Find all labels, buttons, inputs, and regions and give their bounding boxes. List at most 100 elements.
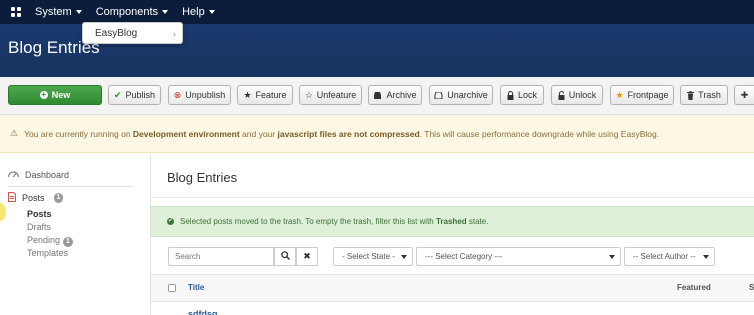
chevron-down-icon: [162, 10, 169, 14]
lock-icon: [507, 90, 514, 100]
close-icon: ✖: [303, 251, 311, 261]
top-nav-bar: System Components Help: [0, 0, 754, 24]
success-alert: ✔ Selected posts moved to the trash. To …: [151, 206, 754, 237]
frontpage-button-label: Frontpage: [627, 90, 669, 100]
table-header: Title Featured S: [151, 274, 754, 302]
author-filter-select[interactable]: -- Select Author --: [624, 247, 715, 266]
warning-icon: ⚠: [10, 128, 19, 138]
search-button[interactable]: [274, 247, 296, 266]
sidebar-sub-pending[interactable]: Pending 1: [27, 235, 73, 247]
unlock-icon: [558, 90, 565, 100]
sidebar-item-dashboard-label: Dashboard: [25, 169, 70, 180]
frontpage-button[interactable]: ★ Frontpage: [610, 85, 674, 105]
title-divider: [151, 197, 754, 198]
success-text-part1: Selected posts moved to the trash. To em…: [180, 217, 436, 226]
chevron-down-icon: [609, 255, 615, 259]
chevron-down-icon: [208, 10, 215, 14]
document-icon: [8, 192, 16, 204]
star-icon: ★: [243, 89, 252, 100]
warning-env: Development environment: [132, 128, 240, 139]
feature-button-label: Feature: [255, 90, 287, 100]
select-all-checkbox[interactable]: [168, 284, 176, 292]
check-circle-icon: ✔: [167, 218, 174, 225]
publish-button[interactable]: ✔ Publish: [108, 85, 161, 105]
warning-text: You are currently running on Development…: [24, 129, 659, 139]
archive-button-label: Archive: [386, 90, 417, 100]
more-button[interactable]: ✚: [734, 85, 754, 105]
sidebar: Dashboard Posts 1 Posts Drafts Pending 1 …: [0, 155, 150, 315]
lock-button-label: Lock: [517, 90, 537, 100]
dev-environment-warning: ⚠ You are currently running on Developme…: [0, 115, 754, 153]
nav-help[interactable]: Help: [175, 0, 222, 24]
sidebar-item-posts-label: Posts: [22, 193, 45, 203]
nav-components-label: Components: [95, 6, 159, 18]
sidebar-divider: [8, 186, 134, 187]
joomla-logo-icon[interactable]: [4, 0, 28, 24]
new-button-label: New: [51, 90, 71, 100]
chevron-down-icon: [703, 255, 709, 259]
column-state-header: S: [749, 283, 754, 292]
success-text: Selected posts moved to the trash. To em…: [180, 217, 488, 226]
sidebar-sub-pending-label: Pending: [27, 235, 61, 245]
components-dropdown-menu: EasyBlog ›: [82, 22, 183, 44]
sidebar-sub-drafts[interactable]: Drafts: [27, 222, 51, 232]
unarchive-button[interactable]: Unarchive: [429, 85, 493, 105]
clear-search-button[interactable]: ✖: [296, 247, 318, 266]
category-filter-select[interactable]: --- Select Category ---: [416, 247, 621, 266]
state-filter-select[interactable]: - Select State -: [333, 247, 413, 266]
new-button[interactable]: + New: [8, 85, 102, 105]
main-panel: Blog Entries ✔ Selected posts moved to t…: [150, 155, 754, 315]
dashboard-icon: [7, 169, 20, 180]
table-row-title[interactable]: sdfdsg: [188, 309, 218, 315]
cursor-highlight: [0, 203, 6, 221]
column-title-header[interactable]: Title: [188, 283, 204, 292]
pending-count-badge: 1: [63, 237, 73, 247]
search-input[interactable]: [168, 247, 274, 266]
chevron-down-icon: [401, 255, 407, 259]
trash-button-label: Trash: [698, 90, 721, 100]
plus-icon: +: [39, 90, 48, 99]
chevron-right-icon: ›: [173, 29, 176, 39]
lock-button[interactable]: Lock: [500, 85, 544, 105]
sidebar-item-posts[interactable]: Posts 1: [8, 192, 64, 204]
unfeature-button-label: Unfeature: [316, 90, 357, 100]
category-filter-value: --- Select Category ---: [425, 252, 503, 261]
dropdown-item-easyblog[interactable]: EasyBlog: [95, 28, 137, 39]
unlock-button[interactable]: Unlock: [551, 85, 603, 105]
feature-button[interactable]: ★ Feature: [237, 85, 293, 105]
posts-count-badge: 1: [53, 193, 64, 203]
archive-button[interactable]: Archive: [368, 85, 422, 105]
toolbar: + New ✔ Publish ⊗ Unpublish ★ Feature ☆ …: [0, 77, 754, 115]
nav-help-label: Help: [182, 6, 205, 18]
times-circle-icon: ⊗: [173, 89, 182, 100]
warning-text-part2: and your: [239, 128, 278, 139]
trash-button[interactable]: Trash: [680, 85, 728, 105]
publish-button-label: Publish: [125, 90, 156, 100]
check-icon: ✔: [113, 89, 122, 100]
search-icon: [280, 251, 290, 262]
nav-system[interactable]: System: [28, 0, 89, 24]
star-outline-icon: ☆: [304, 89, 313, 100]
unarchive-button-label: Unarchive: [447, 90, 488, 100]
state-filter-value: - Select State -: [342, 252, 395, 261]
unpublish-button[interactable]: ⊗ Unpublish: [168, 85, 231, 105]
unarchive-icon: [434, 91, 443, 99]
unpublish-button-label: Unpublish: [185, 90, 226, 100]
sidebar-sub-templates[interactable]: Templates: [27, 248, 68, 258]
chevron-down-icon: [75, 10, 82, 14]
trash-icon: [687, 90, 695, 100]
sidebar-item-dashboard[interactable]: Dashboard: [7, 169, 70, 180]
unfeature-button[interactable]: ☆ Unfeature: [299, 85, 362, 105]
column-featured-header: Featured: [677, 283, 711, 292]
nav-system-label: System: [35, 6, 72, 18]
unlock-button-label: Unlock: [568, 90, 597, 100]
success-text-part2: state.: [466, 217, 489, 226]
nav-components[interactable]: Components: [89, 0, 175, 24]
sidebar-sub-posts[interactable]: Posts: [27, 209, 52, 219]
main-title: Blog Entries: [167, 170, 238, 185]
star-icon: ★: [615, 89, 624, 100]
warning-js: javascript files are not compressed: [277, 128, 420, 139]
plus-icon: ✚: [740, 89, 749, 100]
archive-icon: [373, 91, 382, 99]
warning-text-part1: You are currently running on: [24, 128, 133, 139]
